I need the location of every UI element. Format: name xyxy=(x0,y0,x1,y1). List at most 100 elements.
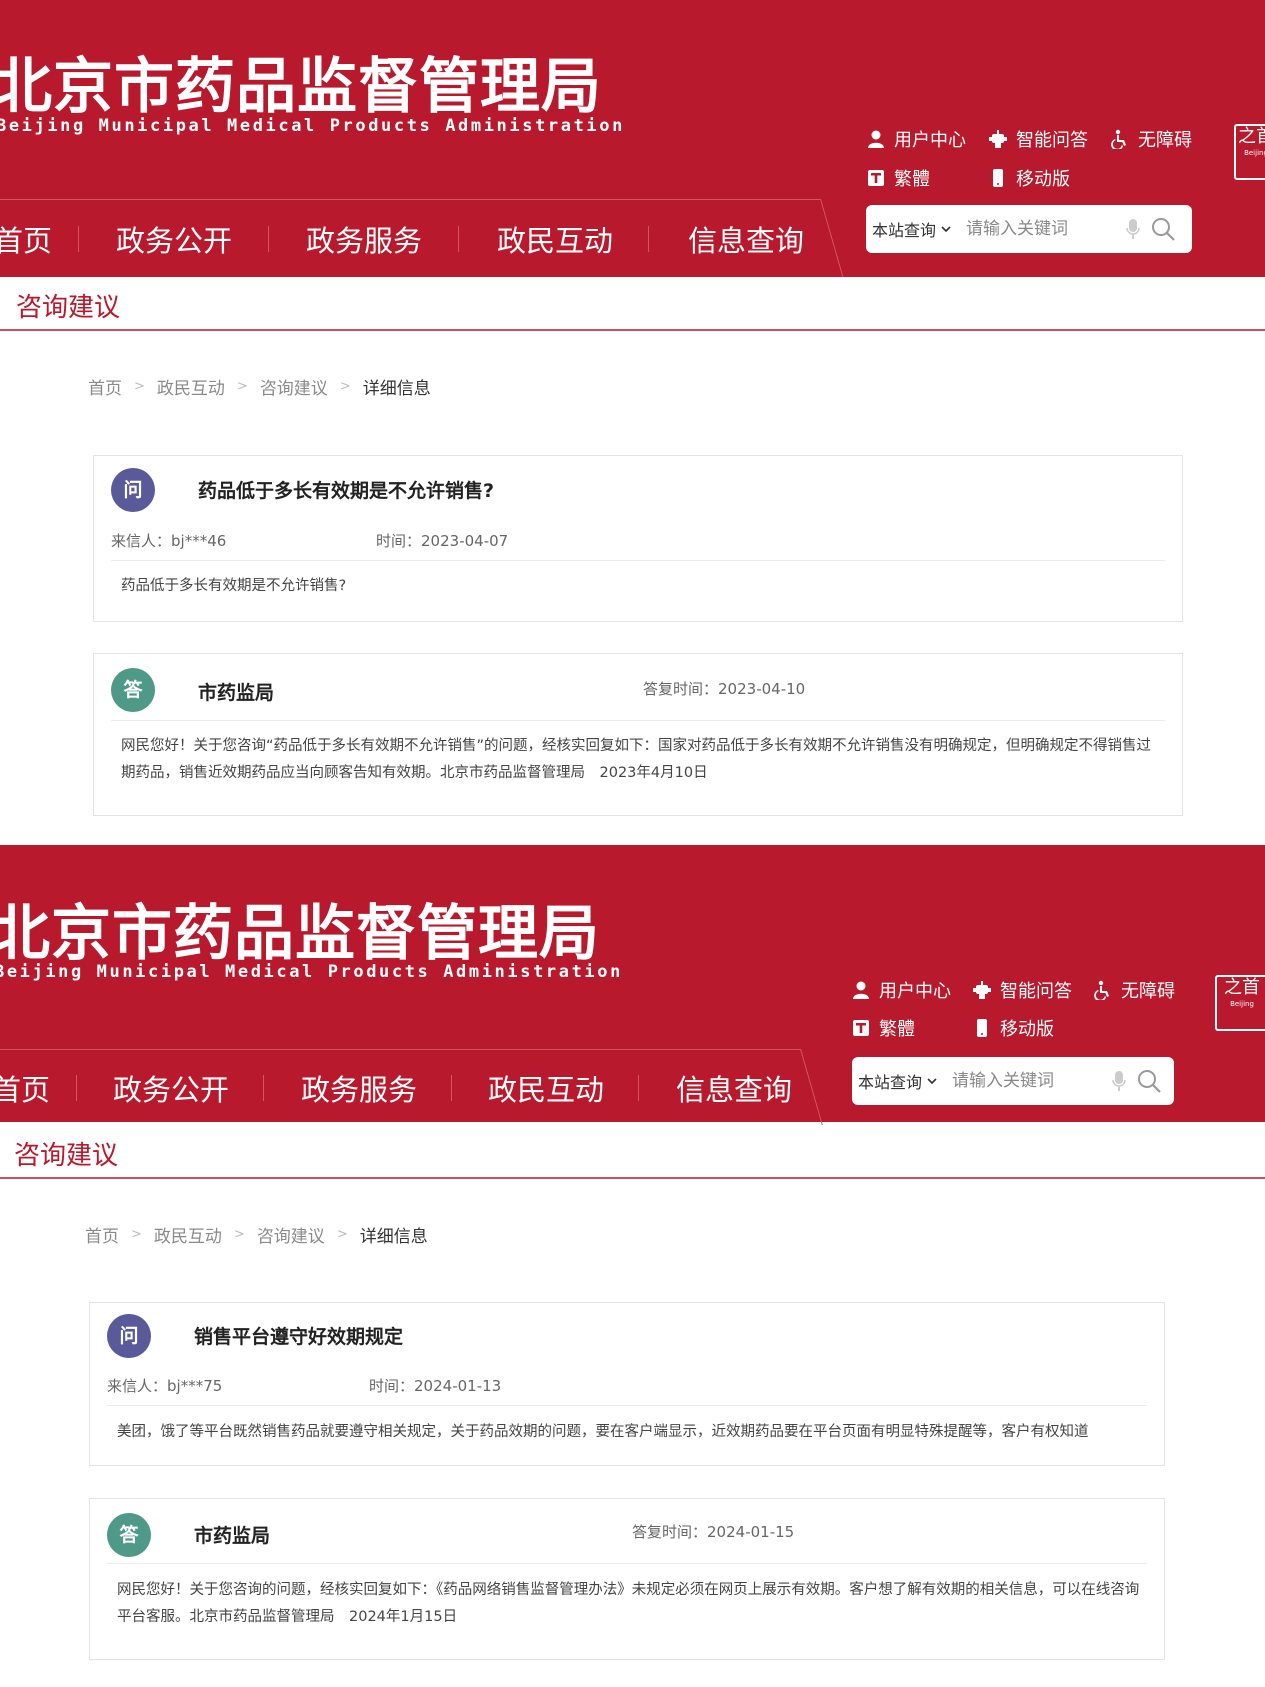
nav-gov-services[interactable]: 政务服务 xyxy=(306,218,422,260)
user-center-link[interactable]: 用户中心 xyxy=(851,977,951,1003)
reply-time-label: 答复时间： xyxy=(643,680,719,698)
user-icon xyxy=(853,981,869,999)
sender-label: 来信人： xyxy=(107,1377,168,1395)
reply-time-label: 答复时间： xyxy=(632,1523,708,1541)
breadcrumb-consultation[interactable]: 咨询建议 xyxy=(257,1222,325,1247)
accessibility-link[interactable]: 无障碍 xyxy=(1110,126,1192,152)
nav-info-query[interactable]: 信息查询 xyxy=(688,218,804,260)
search-icon[interactable] xyxy=(1136,1068,1162,1094)
emblem-caption: Beijing xyxy=(1230,1000,1254,1008)
answer-card: 答 市药监局 答复时间：2023-04-10 网民您好！关于您咨询“药品低于多长… xyxy=(93,653,1183,816)
time-meta: 时间：2023-04-07 xyxy=(376,530,508,551)
section-title: 咨询建议 xyxy=(14,1141,119,1171)
nav-divider xyxy=(0,1049,800,1050)
question-title: 销售平台遵守好效期规定 xyxy=(194,1326,404,1348)
mobile-label: 移动版 xyxy=(1016,169,1070,190)
user-center-label: 用户中心 xyxy=(894,130,966,151)
nav-divider xyxy=(0,199,820,200)
search-scope-select[interactable]: 本站查询 xyxy=(858,1069,938,1093)
nav-separator xyxy=(451,1075,452,1101)
breadcrumb-separator: > xyxy=(134,379,145,394)
sender-value: bj***75 xyxy=(167,1377,223,1395)
city-emblem-logo: 之首 Beijing xyxy=(1215,975,1265,1031)
site-title: 北京市药品监督管理局 xyxy=(0,52,602,122)
breadcrumb: 首页 > 政民互动 > 咨询建议 > 详细信息 xyxy=(85,1222,428,1247)
microphone-icon[interactable] xyxy=(1126,218,1140,240)
breadcrumb: 首页 > 政民互动 > 咨询建议 > 详细信息 xyxy=(88,374,431,399)
breadcrumb-consultation[interactable]: 咨询建议 xyxy=(260,374,328,399)
question-title: 药品低于多长有效期是不允许销售? xyxy=(198,480,495,502)
wheelchair-icon xyxy=(1111,129,1126,149)
nav-separator xyxy=(263,1075,264,1101)
search-icon[interactable] xyxy=(1150,216,1176,242)
breadcrumb-separator: > xyxy=(336,1227,348,1242)
nav-separator xyxy=(638,1075,639,1101)
search-input[interactable] xyxy=(964,218,1119,240)
breadcrumb-current: 详细信息 xyxy=(362,379,431,399)
nav-gov-affairs[interactable]: 政务公开 xyxy=(113,1067,229,1109)
nav-slant-divider xyxy=(800,1048,824,1126)
user-center-link[interactable]: 用户中心 xyxy=(866,126,966,152)
reply-time-meta: 答复时间：2024-01-15 xyxy=(632,1521,794,1542)
mobile-version-link[interactable]: 移动版 xyxy=(988,165,1070,191)
search-scope-select[interactable]: 本站查询 xyxy=(872,217,952,241)
smart-qa-link[interactable]: 智能问答 xyxy=(972,977,1072,1003)
mobile-label: 移动版 xyxy=(1000,1019,1054,1040)
traditional-chinese-link[interactable]: 繁體 xyxy=(866,165,930,191)
emblem-text: 之首 xyxy=(1224,977,1260,998)
question-badge: 问 xyxy=(111,468,155,512)
breadcrumb-interaction[interactable]: 政民互动 xyxy=(154,1222,222,1247)
emblem-text: 之首 xyxy=(1238,126,1265,147)
time-value: 2023-04-07 xyxy=(421,532,509,550)
question-content: 美团，饿了等平台既然销售药品就要遵守相关规定，关于药品效期的问题，要在客户端显示… xyxy=(117,1424,1089,1440)
nav-interaction[interactable]: 政民互动 xyxy=(488,1067,604,1109)
breadcrumb-home[interactable]: 首页 xyxy=(85,1222,119,1247)
time-label: 时间： xyxy=(376,532,422,550)
city-emblem-logo: 之首 Beijing xyxy=(1234,124,1265,180)
emblem-caption: Beijing xyxy=(1244,149,1265,157)
time-meta: 时间：2024-01-13 xyxy=(369,1375,501,1396)
mobile-icon xyxy=(977,1019,987,1037)
nav-separator xyxy=(648,226,649,252)
traditional-t-icon xyxy=(868,170,884,186)
time-value: 2024-01-13 xyxy=(414,1377,502,1395)
time-label: 时间： xyxy=(369,1377,415,1395)
answer-card: 答 市药监局 答复时间：2024-01-15 网民您好！关于您咨询的问题，经核实… xyxy=(89,1498,1165,1660)
nav-gov-services[interactable]: 政务服务 xyxy=(301,1067,417,1109)
section-bar: 咨询建议 xyxy=(0,1125,1265,1179)
traditional-chinese-link[interactable]: 繁體 xyxy=(851,1015,915,1041)
breadcrumb-home[interactable]: 首页 xyxy=(88,374,122,399)
question-badge: 问 xyxy=(107,1314,151,1358)
user-center-label: 用户中心 xyxy=(879,981,951,1002)
breadcrumb-interaction[interactable]: 政民互动 xyxy=(157,374,225,399)
site-subtitle: Beijing Municipal Medical Products Admin… xyxy=(0,962,623,982)
mobile-version-link[interactable]: 移动版 xyxy=(972,1015,1054,1041)
nav-interaction[interactable]: 政民互动 xyxy=(497,218,613,260)
traditional-t-icon xyxy=(853,1020,869,1036)
answer-badge: 答 xyxy=(107,1513,151,1557)
nav-gov-affairs[interactable]: 政务公开 xyxy=(116,218,232,260)
breadcrumb-separator: > xyxy=(131,1227,142,1242)
nav-separator xyxy=(76,1075,77,1101)
accessibility-link[interactable]: 无障碍 xyxy=(1093,977,1175,1003)
site-title: 北京市药品监督管理局 xyxy=(0,899,600,969)
nav-home[interactable]: 首页 xyxy=(0,1067,50,1109)
card-divider xyxy=(111,720,1165,721)
search-box: 本站查询 xyxy=(866,205,1192,253)
reply-time-meta: 答复时间：2023-04-10 xyxy=(643,678,805,699)
breadcrumb-separator: > xyxy=(233,1227,245,1242)
reply-time-value: 2024-01-15 xyxy=(707,1523,795,1541)
smart-qa-link[interactable]: 智能问答 xyxy=(988,126,1088,152)
traditional-label: 繁體 xyxy=(894,169,930,190)
accessibility-label: 无障碍 xyxy=(1121,981,1175,1002)
user-icon xyxy=(868,130,884,148)
traditional-label: 繁體 xyxy=(879,1019,915,1040)
search-input[interactable] xyxy=(950,1070,1105,1092)
nav-home[interactable]: 首页 xyxy=(0,218,52,260)
nav-separator xyxy=(268,226,269,252)
microphone-icon[interactable] xyxy=(1112,1070,1126,1092)
robot-icon xyxy=(973,981,991,999)
nav-info-query[interactable]: 信息查询 xyxy=(676,1067,792,1109)
sender-value: bj***46 xyxy=(171,532,227,550)
smart-qa-label: 智能问答 xyxy=(1016,130,1088,151)
